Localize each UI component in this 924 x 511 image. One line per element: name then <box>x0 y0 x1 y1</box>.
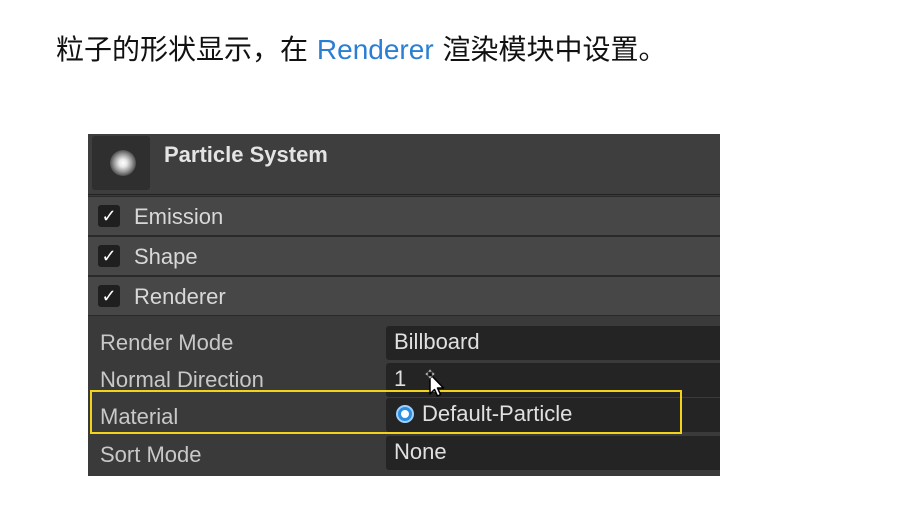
module-label-renderer: Renderer <box>134 284 226 309</box>
module-emission[interactable]: ✓ Emission <box>88 196 720 236</box>
normal-direction-value: 1 <box>394 366 407 391</box>
component-header[interactable]: Particle System <box>88 134 720 195</box>
property-render-mode: Render Mode Billboard <box>88 324 720 362</box>
module-shape[interactable]: ✓ Shape <box>88 236 720 276</box>
sort-mode-label: Sort Mode <box>100 442 202 467</box>
caption-text: 粒子的形状显示，在 Renderer 渲染模块中设置。 <box>56 28 667 68</box>
module-label-emission: Emission <box>134 204 224 229</box>
emission-checkbox[interactable]: ✓ <box>98 205 120 227</box>
caption-highlight: Renderer <box>316 34 434 65</box>
render-mode-label: Render Mode <box>100 330 234 355</box>
module-label-shape: Shape <box>134 244 198 269</box>
renderer-checkbox[interactable]: ✓ <box>98 285 120 307</box>
sort-mode-value: None <box>394 439 447 464</box>
module-renderer[interactable]: ✓ Renderer <box>88 276 720 316</box>
component-title: Particle System <box>164 142 328 167</box>
material-highlight-box <box>90 390 682 434</box>
property-sort-mode: Sort Mode None <box>88 436 720 474</box>
shape-checkbox[interactable]: ✓ <box>98 245 120 267</box>
render-mode-value: Billboard <box>394 329 480 354</box>
sort-mode-dropdown[interactable]: None <box>386 436 720 470</box>
render-mode-dropdown[interactable]: Billboard <box>386 326 720 360</box>
caption-before: 粒子的形状显示，在 <box>56 33 317 66</box>
caption-after: 渲染模块中设置。 <box>433 33 667 66</box>
move-cursor-icon <box>424 368 445 397</box>
component-icon-box <box>92 136 150 190</box>
particle-system-icon <box>110 150 136 176</box>
